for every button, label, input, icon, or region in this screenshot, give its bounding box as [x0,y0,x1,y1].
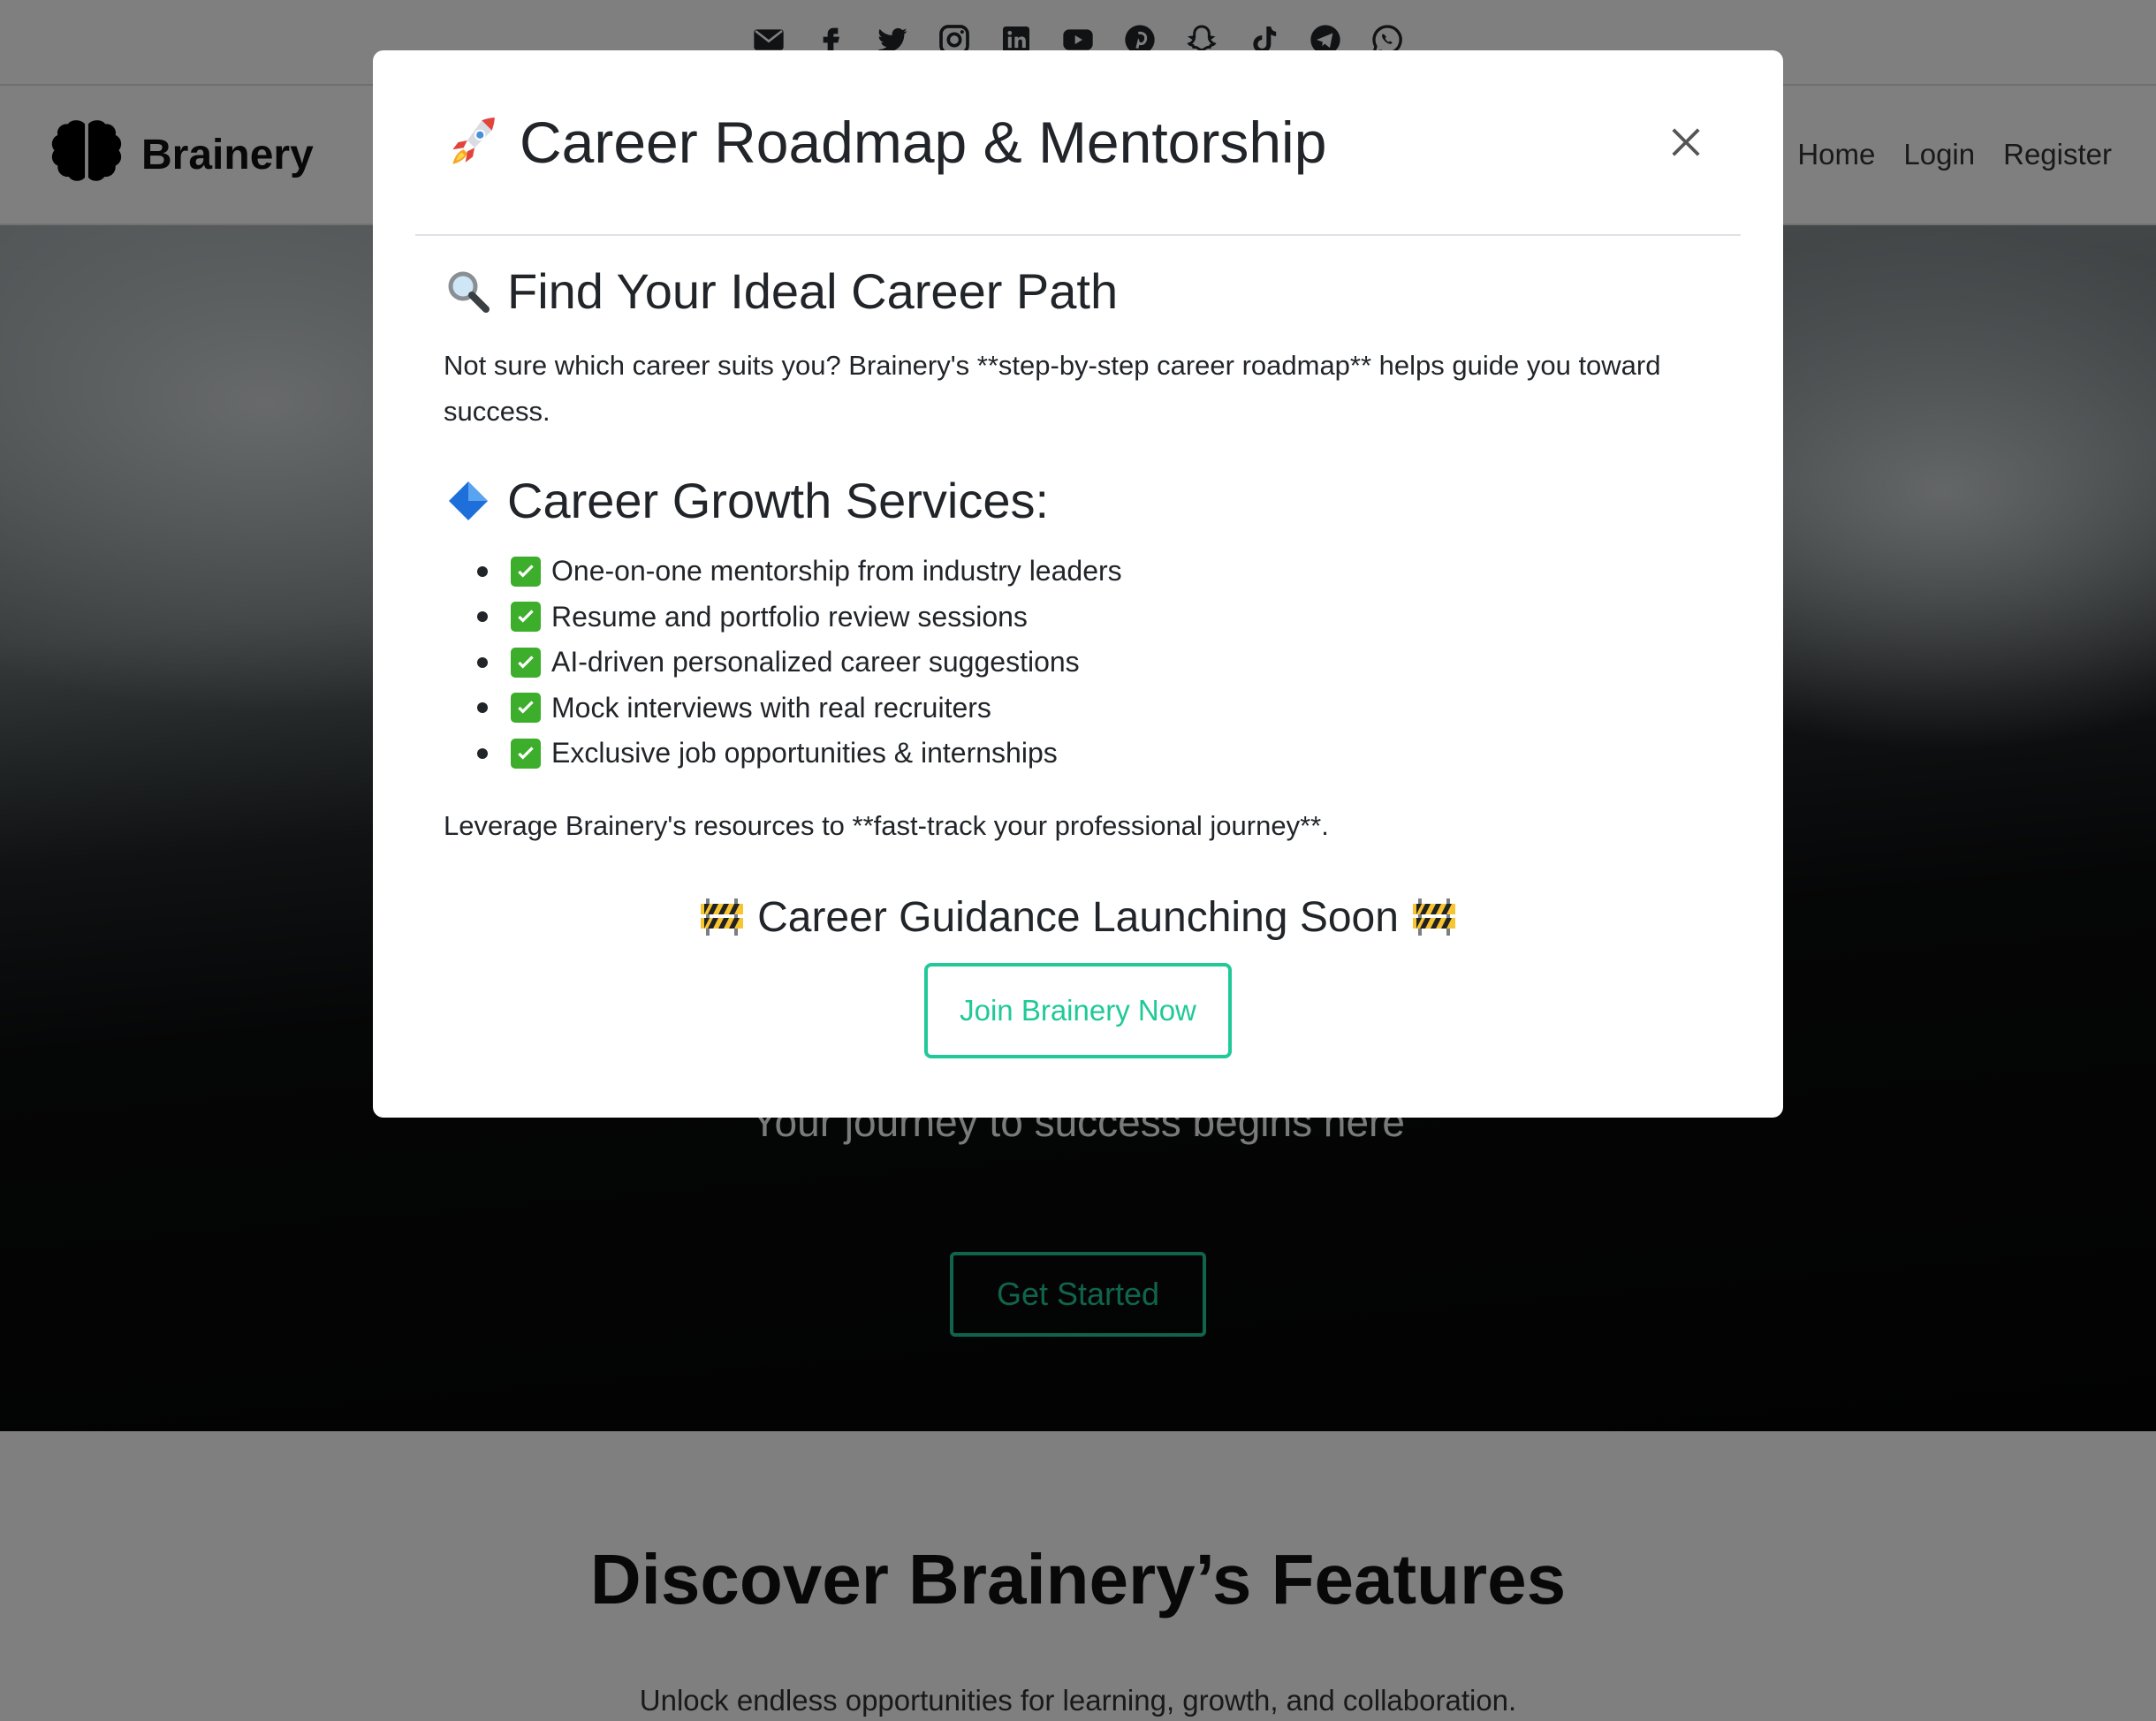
join-wrap: Join Brainery Now [444,962,1712,1058]
join-brainery-button[interactable]: Join Brainery Now [924,962,1232,1058]
rocket-icon [444,113,502,171]
modal-header: Career Roadmap & Mentorship [415,50,1741,236]
bullet [477,702,488,714]
check-mark-icon [511,738,541,769]
modal-title-text: Career Roadmap & Mentorship [520,110,1327,175]
service-text: One-on-one mentorship from industry lead… [551,555,1122,587]
construction-icon [699,897,745,937]
launch-notice: Career Guidance Launching Soon [444,893,1712,942]
check-mark-icon [511,602,541,633]
close-button[interactable] [1659,116,1712,169]
launch-text: Career Guidance Launching Soon [757,893,1399,941]
service-text: AI-driven personalized career suggestion… [551,646,1080,678]
section1-title: Find Your Ideal Career Path [507,263,1119,319]
service-text: Resume and portfolio review sessions [551,600,1028,633]
service-item: Resume and portfolio review sessions [477,595,1712,641]
career-modal: Career Roadmap & Mentorship Find Your Id… [373,50,1783,1118]
close-icon [1672,128,1700,156]
service-text: Exclusive job opportunities & internship… [551,737,1058,769]
section1-text: Not sure which career suits you? Brainer… [444,350,1661,427]
bullet [477,747,488,759]
service-item: Mock interviews with real recruiters [477,686,1712,732]
bullet [477,611,488,623]
closing-text: Leverage Brainery's resources to **fast-… [444,809,1329,841]
service-item: Exclusive job opportunities & internship… [477,731,1712,777]
blue-diamond-icon [444,476,493,526]
bullet [477,565,488,577]
modal-title: Career Roadmap & Mentorship [444,109,1326,176]
services-list: One-on-one mentorship from industry lead… [444,549,1712,777]
bullet [477,656,488,668]
check-mark-icon [511,647,541,678]
section-career-path-heading: Find Your Ideal Career Path [444,262,1712,320]
check-mark-icon [511,556,541,587]
magnifier-icon [444,267,493,316]
section-services-heading: Career Growth Services: [444,472,1712,529]
construction-icon [1411,897,1457,937]
modal-body: Find Your Ideal Career Path Not sure whi… [444,262,1712,1058]
service-text: Mock interviews with real recruiters [551,691,991,724]
section2-title: Career Growth Services: [507,473,1050,528]
service-item: AI-driven personalized career suggestion… [477,640,1712,686]
check-mark-icon [511,693,541,724]
service-item: One-on-one mentorship from industry lead… [477,549,1712,595]
